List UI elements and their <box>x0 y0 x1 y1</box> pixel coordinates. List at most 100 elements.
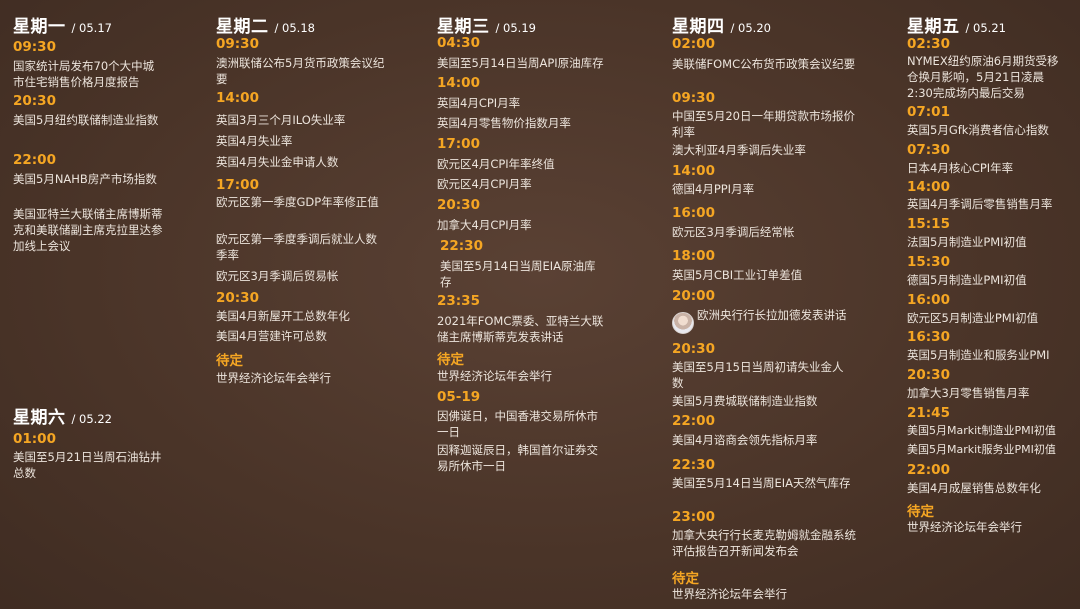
event-time: 14:00 <box>437 75 480 91</box>
event-time: 16:00 <box>672 205 715 221</box>
event-time: 待定 <box>907 504 934 520</box>
event-text: NYMEX纽约原油6月期货受移仓换月影响，5月21日凌晨2:30完成场内最后交易 <box>907 54 1059 100</box>
day-header: 星期二 / 05.18 <box>216 12 315 37</box>
event-time: 20:00 <box>672 288 715 304</box>
event-time: 02:00 <box>672 36 715 52</box>
day-column-mon: 星期一 / 05.17 09:30 国家统计局发布70个大中城市住宅销售价格月度报… <box>13 0 193 300</box>
event-text: 因释迦诞辰日，韩国首尔证券交易所休市一日 <box>437 443 598 473</box>
day-date: / 05.18 <box>274 21 315 35</box>
event-text: 英国4月失业金申请人数 <box>216 155 339 169</box>
event-time: 02:30 <box>907 36 950 52</box>
event-text: 欧元区4月CPI月率 <box>437 177 532 191</box>
event-time: 22:00 <box>13 152 56 168</box>
event-text: 德国4月PPI月率 <box>672 182 755 196</box>
event-text: 2021年FOMC票委、亚特兰大联储主席博斯蒂克发表讲话 <box>437 314 604 344</box>
event-time: 22:30 <box>440 238 483 254</box>
day-column-wed: 星期三 / 05.19 04:30 美国至5月14日当周API原油库存 14:00… <box>437 0 637 480</box>
day-column-tue: 星期二/ 05.18 09:30 澳洲联储公布5月货币政策会议纪要 14:00 … <box>216 0 416 400</box>
event-time: 04:30 <box>437 35 480 51</box>
event-text: 欧洲央行行长拉加德发表讲话 <box>697 308 847 322</box>
event-text: 英国4月季调后零售销售月率 <box>907 197 1053 211</box>
event-time: 09:30 <box>672 90 715 106</box>
event-text: 英国4月零售物价指数月率 <box>437 116 571 130</box>
event-text: 美国5月纽约联储制造业指数 <box>13 113 159 127</box>
event-time: 07:30 <box>907 142 950 158</box>
event-time: 09:30 <box>13 39 56 55</box>
event-time: 16:30 <box>907 329 950 345</box>
day-name: 星期三 <box>437 17 490 37</box>
event-time: 待定 <box>672 571 699 587</box>
event-text: 澳大利亚4月季调后失业率 <box>672 143 806 157</box>
event-text: 美国5月Markit服务业PMI初值 <box>907 443 1056 456</box>
event-text: 美国5月费城联储制造业指数 <box>672 394 818 408</box>
event-text: 美国5月Markit制造业PMI初值 <box>907 424 1056 437</box>
day-date: / 05.19 <box>495 21 536 35</box>
event-text: 世界经济论坛年会举行 <box>437 369 552 383</box>
event-text: 德国5月制造业PMI初值 <box>907 273 1027 287</box>
event-text: 美国4月谘商会领先指标月率 <box>672 433 818 447</box>
day-header: 星期一 / 05.17 <box>13 12 112 37</box>
day-header: 星期五 / 05.21 <box>907 12 1006 37</box>
day-header: 星期六 / 05.22 <box>13 403 112 428</box>
event-text: 英国4月CPI月率 <box>437 96 521 110</box>
event-text: 美国至5月15日当周初请失业金人数 <box>672 360 844 390</box>
day-column-sat: 星期六 / 05.22 01:00 美国至5月21日当周石油钻井总数 <box>13 395 193 495</box>
event-time: 17:00 <box>437 136 480 152</box>
event-time: 20:30 <box>437 197 480 213</box>
event-text: 英国4月失业率 <box>216 134 293 148</box>
event-time: 09:30 <box>216 36 259 52</box>
event-text: 法国5月制造业PMI初值 <box>907 235 1027 249</box>
event-text: 国家统计局发布70个大中城市住宅销售价格月度报告 <box>13 59 155 89</box>
day-name: 星期一 <box>13 17 66 37</box>
day-header: 星期四 / 05.20 <box>672 12 771 37</box>
day-name: 星期五 <box>907 17 960 37</box>
event-text: 因佛诞日，中国香港交易所休市一日 <box>437 409 598 439</box>
event-text: 美国至5月14日当周API原油库存 <box>437 56 604 70</box>
event-text: 世界经济论坛年会举行 <box>672 587 787 601</box>
day-name: 星期六 <box>13 408 66 428</box>
event-text: 澳洲联储公布5月货币政策会议纪要 <box>216 56 385 86</box>
event-time: 20:30 <box>13 93 56 109</box>
event-text: 世界经济论坛年会举行 <box>907 520 1022 534</box>
event-time: 14:00 <box>672 163 715 179</box>
day-date: / 05.17 <box>71 21 112 35</box>
event-time: 22:00 <box>907 462 950 478</box>
event-time: 14:00 <box>216 90 259 106</box>
event-text: 美国4月成屋销售总数年化 <box>907 481 1041 495</box>
event-text: 美国4月营建许可总数 <box>216 329 327 343</box>
event-text: 美联储FOMC公布货币政策会议纪要 <box>672 57 856 71</box>
event-text: 美国至5月14日当周EIA原油库存 <box>440 259 596 289</box>
event-time: 18:00 <box>672 248 715 264</box>
event-time: 01:00 <box>13 431 56 447</box>
event-time: 20:30 <box>672 341 715 357</box>
event-text: 欧元区第一季度季调后就业人数季率 <box>216 232 377 262</box>
day-date: / 05.20 <box>730 21 771 35</box>
event-time: 15:15 <box>907 216 950 232</box>
day-date: / 05.22 <box>71 412 112 426</box>
event-text: 加拿大3月零售销售月率 <box>907 386 1030 400</box>
event-text: 欧元区第一季度GDP年率修正值 <box>216 195 379 209</box>
event-time: 22:00 <box>672 413 715 429</box>
speaker-avatar <box>672 312 694 334</box>
event-time: 23:00 <box>672 509 715 525</box>
event-text: 中国至5月20日一年期贷款市场报价利率 <box>672 109 855 139</box>
event-time: 15:30 <box>907 254 950 270</box>
event-time: 23:35 <box>437 293 480 309</box>
day-column-fri: 星期五 / 05.21 02:30 NYMEX纽约原油6月期货受移仓换月影响，5月… <box>907 0 1077 540</box>
event-time: 21:45 <box>907 405 950 421</box>
event-time: 待定 <box>437 352 464 368</box>
event-text: 欧元区4月CPI年率终值 <box>437 157 555 171</box>
event-text: 日本4月核心CPI年率 <box>907 161 1014 175</box>
event-text: 美国至5月14日当周EIA天然气库存 <box>672 476 851 490</box>
day-date: / 05.21 <box>965 21 1006 35</box>
event-text: 英国5月CBI工业订单差值 <box>672 268 803 282</box>
event-time: 20:30 <box>907 367 950 383</box>
event-time: 22:30 <box>672 457 715 473</box>
event-time: 05-19 <box>437 389 481 405</box>
day-name: 星期二 <box>216 17 269 37</box>
event-text: 欧元区5月制造业PMI初值 <box>907 311 1039 325</box>
event-text: 英国3月三个月ILO失业率 <box>216 113 346 127</box>
event-text: 美国4月新屋开工总数年化 <box>216 309 350 323</box>
event-text: 世界经济论坛年会举行 <box>216 371 331 385</box>
event-time: 07:01 <box>907 104 950 120</box>
